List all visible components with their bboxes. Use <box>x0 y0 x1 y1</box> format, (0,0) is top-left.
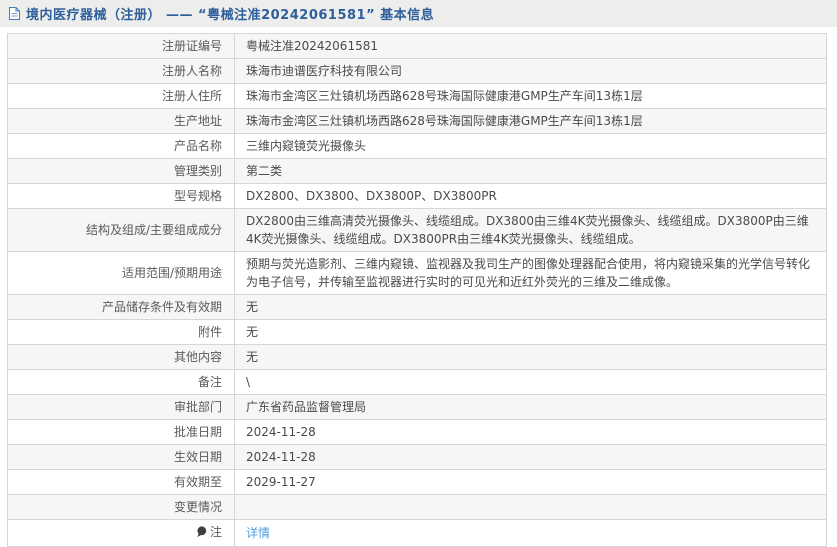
page-title: 境内医疗器械（注册） —— “粤械注准20242061581” 基本信息 <box>26 8 435 23</box>
field-value: 无 <box>234 319 827 345</box>
field-value: 广东省药品监督管理局 <box>234 394 827 420</box>
table-row: 变更情况 <box>7 494 827 520</box>
table-row: 适用范围/预期用途 预期与荧光造影剂、三维内窥镜、监视器及我司生产的图像处理器配… <box>7 251 827 295</box>
field-label: 其他内容 <box>7 344 235 370</box>
document-icon <box>9 7 20 20</box>
field-label: 注 <box>7 519 235 547</box>
field-label: 生效日期 <box>7 444 235 470</box>
registration-info-table: 注册证编号 粤械注准20242061581 注册人名称 珠海市迪谱医疗科技有限公… <box>7 33 827 547</box>
field-label: 注册人名称 <box>7 58 235 84</box>
field-label: 批准日期 <box>7 419 235 445</box>
field-value: 预期与荧光造影剂、三维内窥镜、监视器及我司生产的图像处理器配合使用，将内窥镜采集… <box>234 251 827 295</box>
field-value: 珠海市金湾区三灶镇机场西路628号珠海国际健康港GMP生产车间13栋1层 <box>234 108 827 134</box>
field-label: 产品名称 <box>7 133 235 159</box>
table-row: 型号规格 DX2800、DX3800、DX3800P、DX3800PR <box>7 183 827 209</box>
field-label: 适用范围/预期用途 <box>7 251 235 295</box>
field-value: 珠海市金湾区三灶镇机场西路628号珠海国际健康港GMP生产车间13栋1层 <box>234 83 827 109</box>
table-row: 注册人名称 珠海市迪谱医疗科技有限公司 <box>7 58 827 84</box>
field-value: \ <box>234 369 827 395</box>
field-label: 生产地址 <box>7 108 235 134</box>
comment-icon <box>197 526 207 537</box>
field-value <box>234 494 827 520</box>
field-value: 详情 <box>234 519 827 547</box>
field-value: 珠海市迪谱医疗科技有限公司 <box>234 58 827 84</box>
table-row: 注册人住所 珠海市金湾区三灶镇机场西路628号珠海国际健康港GMP生产车间13栋… <box>7 83 827 109</box>
field-label: 产品储存条件及有效期 <box>7 294 235 320</box>
field-label: 变更情况 <box>7 494 235 520</box>
table-row: 注 详情 <box>7 519 827 547</box>
table-row: 附件 无 <box>7 319 827 345</box>
field-label: 附件 <box>7 319 235 345</box>
field-label-text: 注 <box>209 525 222 539</box>
page: 境内医疗器械（注册） —— “粤械注准20242061581” 基本信息 注册证… <box>0 0 837 547</box>
table-row: 备注 \ <box>7 369 827 395</box>
field-label: 管理类别 <box>7 158 235 184</box>
field-label: 注册证编号 <box>7 33 235 59</box>
field-label: 有效期至 <box>7 469 235 495</box>
field-value: 2029-11-27 <box>234 469 827 495</box>
detail-link[interactable]: 详情 <box>246 526 270 540</box>
field-label: 审批部门 <box>7 394 235 420</box>
table-row: 产品储存条件及有效期 无 <box>7 294 827 320</box>
table-row: 注册证编号 粤械注准20242061581 <box>7 33 827 59</box>
field-value: 粤械注准20242061581 <box>234 33 827 59</box>
field-value: 无 <box>234 344 827 370</box>
field-value: 第二类 <box>234 158 827 184</box>
field-value: 2024-11-28 <box>234 419 827 445</box>
field-value: 三维内窥镜荧光摄像头 <box>234 133 827 159</box>
table-row: 生效日期 2024-11-28 <box>7 444 827 470</box>
table-row: 审批部门 广东省药品监督管理局 <box>7 394 827 420</box>
title-bar: 境内医疗器械（注册） —— “粤械注准20242061581” 基本信息 <box>0 0 837 27</box>
field-label: 型号规格 <box>7 183 235 209</box>
table-row: 有效期至 2029-11-27 <box>7 469 827 495</box>
field-label: 结构及组成/主要组成成分 <box>7 208 235 252</box>
table-row: 生产地址 珠海市金湾区三灶镇机场西路628号珠海国际健康港GMP生产车间13栋1… <box>7 108 827 134</box>
field-value: DX2800、DX3800、DX3800P、DX3800PR <box>234 183 827 209</box>
table-row: 结构及组成/主要组成成分 DX2800由三维高清荧光摄像头、线缆组成。DX380… <box>7 208 827 252</box>
field-label: 备注 <box>7 369 235 395</box>
table-row: 批准日期 2024-11-28 <box>7 419 827 445</box>
table-row: 产品名称 三维内窥镜荧光摄像头 <box>7 133 827 159</box>
table-row: 管理类别 第二类 <box>7 158 827 184</box>
field-value: 2024-11-28 <box>234 444 827 470</box>
field-label: 注册人住所 <box>7 83 235 109</box>
table-row: 其他内容 无 <box>7 344 827 370</box>
field-value: DX2800由三维高清荧光摄像头、线缆组成。DX3800由三维4K荧光摄像头、线… <box>234 208 827 252</box>
field-value: 无 <box>234 294 827 320</box>
